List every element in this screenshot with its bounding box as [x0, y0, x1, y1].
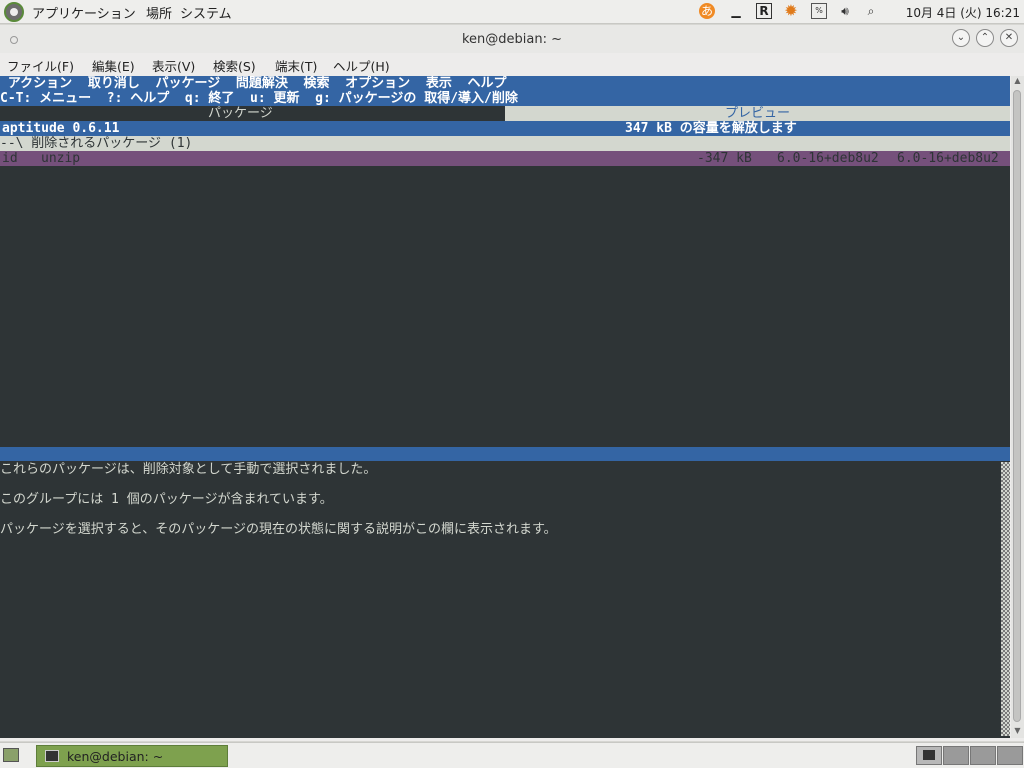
- package-current-version: 6.0-16+deb8u2: [777, 151, 879, 166]
- input-method-icon[interactable]: あ: [699, 3, 715, 19]
- r-icon[interactable]: R: [756, 3, 772, 19]
- separator-bar: [0, 447, 1010, 461]
- description-line-3: パッケージを選択すると、そのパッケージの現在の状態に関する説明がこの欄に表示され…: [0, 522, 557, 537]
- titlebar[interactable]: ken@debian: ~ ⌄ ⌃ ✕: [0, 25, 1024, 53]
- aptitude-help-line: C-T: メニュー ?: ヘルプ q: 終了 u: 更新 g: パッケージの 取…: [0, 91, 1010, 106]
- scroll-down-icon[interactable]: ▼: [1011, 726, 1024, 738]
- top-panel: アプリケーション 場所 システム あ ▁ R ✹ % 🔊︎ ⌕ 10月 4日 (…: [0, 0, 1024, 24]
- workspace-2[interactable]: [943, 746, 969, 765]
- menu-search[interactable]: 検索(S): [213, 56, 256, 75]
- package-size: -347 kB: [697, 151, 752, 166]
- status-bar: aptitude 0.6.11 347 kB の容量を解放します: [0, 121, 1010, 136]
- menu-edit[interactable]: 編集(E): [92, 56, 135, 75]
- places-menu[interactable]: 場所: [146, 3, 172, 22]
- description-scrollbar[interactable]: [1001, 462, 1010, 736]
- terminal-window: ken@debian: ~ ⌄ ⌃ ✕ ファイル(F) 編集(E) 表示(V) …: [0, 25, 1024, 741]
- bottom-panel: ken@debian: ~: [0, 742, 1024, 768]
- aptitude-menu-line[interactable]: アクション 取り消し パッケージ 問題解決 検索 オプション 表示 ヘルプ: [0, 76, 1010, 91]
- terminal-thumbnail-icon: [923, 750, 935, 760]
- system-menu[interactable]: システム: [180, 3, 232, 22]
- minimize-icon[interactable]: ▁: [728, 3, 744, 19]
- menu-help[interactable]: ヘルプ(H): [333, 56, 390, 75]
- terminal-scrollbar[interactable]: ▲ ▼: [1011, 76, 1024, 738]
- workspace-4[interactable]: [997, 746, 1023, 765]
- package-row[interactable]: id unzip -347 kB 6.0-16+deb8u2 6.0-16+de…: [0, 151, 1010, 166]
- terminal-icon: [45, 750, 59, 762]
- package-candidate-version: 6.0-16+deb8u2: [897, 151, 999, 166]
- scroll-up-icon[interactable]: ▲: [1011, 76, 1024, 88]
- taskbar-item-terminal[interactable]: ken@debian: ~: [36, 745, 228, 767]
- window-title: ken@debian: ~: [461, 32, 563, 47]
- menubar: ファイル(F) 編集(E) 表示(V) 検索(S) 端末(T) ヘルプ(H): [0, 53, 1024, 75]
- tab-row: パッケージ プレビュー: [0, 106, 1010, 121]
- close-button[interactable]: ✕: [1000, 29, 1018, 47]
- clock[interactable]: 10月 4日 (火) 16:21: [906, 4, 1020, 21]
- scroll-thumb[interactable]: [1013, 90, 1021, 722]
- description-line-2: このグループには 1 個のパッケージが含まれています。: [0, 492, 333, 507]
- maximize-button[interactable]: ⌃: [976, 29, 994, 47]
- workspace-1[interactable]: [916, 746, 942, 765]
- taskbar-item-label: ken@debian: ~: [67, 749, 164, 764]
- tab-packages[interactable]: パッケージ: [208, 106, 273, 121]
- search-icon[interactable]: ⌕: [863, 3, 879, 19]
- minimize-button[interactable]: ⌄: [952, 29, 970, 47]
- aptitude-version: aptitude 0.6.11: [2, 121, 120, 136]
- menu-view[interactable]: 表示(V): [152, 56, 195, 75]
- description-line-1: これらのパッケージは、削除対象として手動で選択されました。: [0, 462, 377, 477]
- group-header[interactable]: --\ 削除されるパッケージ (1): [0, 136, 1010, 151]
- space-status: 347 kB の容量を解放します: [625, 121, 797, 136]
- applications-menu[interactable]: アプリケーション: [32, 3, 136, 22]
- tab-preview[interactable]: プレビュー: [505, 106, 1010, 121]
- terminal-area[interactable]: アクション 取り消し パッケージ 問題解決 検索 オプション 表示 ヘルプ C-…: [0, 76, 1010, 738]
- menu-terminal[interactable]: 端末(T): [275, 56, 317, 75]
- volume-icon[interactable]: 🔊︎: [837, 3, 853, 19]
- update-gear-icon[interactable]: ✹: [783, 3, 799, 19]
- package-name: unzip: [41, 151, 81, 166]
- menu-file[interactable]: ファイル(F): [7, 56, 74, 75]
- show-desktop-icon[interactable]: [3, 748, 19, 762]
- package-state: id: [2, 151, 18, 166]
- workspace-3[interactable]: [970, 746, 996, 765]
- network-icon[interactable]: %: [811, 3, 827, 19]
- debian-logo-icon[interactable]: [4, 2, 24, 22]
